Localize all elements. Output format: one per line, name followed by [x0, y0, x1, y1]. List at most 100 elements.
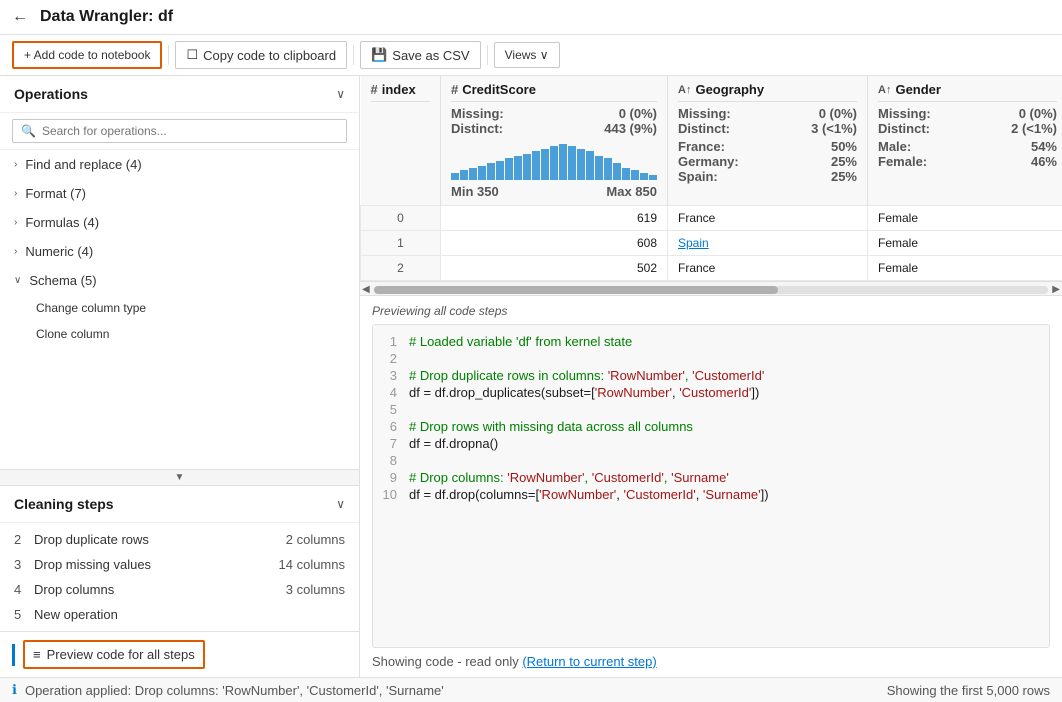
left-panel: Operations ∨ 🔍 › Find and replace (4) › …	[0, 76, 360, 677]
geo-germany: Germany:	[678, 154, 739, 169]
scroll-right-icon[interactable]: ▶	[1052, 284, 1060, 295]
ops-item-formulas[interactable]: › Formulas (4)	[0, 208, 359, 237]
row-index-1: 1	[361, 231, 441, 256]
scroll-left-icon[interactable]: ◀	[362, 284, 370, 295]
ops-item-format[interactable]: › Format (7)	[0, 179, 359, 208]
footer-text: Showing code - read only	[372, 654, 522, 669]
cell-geography-2: France	[668, 256, 868, 281]
step-name[interactable]: Drop missing values	[34, 557, 273, 572]
cleaning-item: 2 Drop duplicate rows 2 columns	[0, 527, 359, 552]
operations-list: › Find and replace (4) › Format (7) › Fo…	[0, 150, 359, 469]
views-button[interactable]: Views ∨	[494, 42, 560, 68]
step-name[interactable]: New operation	[34, 607, 339, 622]
code-line-10: 10 df = df.drop(columns=['RowNumber', 'C…	[373, 486, 1049, 503]
distinct-val: 2 (<1%)	[1011, 121, 1057, 136]
line-num: 6	[373, 419, 409, 434]
operations-title: Operations	[14, 86, 88, 102]
line-content: df = df.dropna()	[409, 436, 498, 451]
code-block: 1 # Loaded variable 'df' from kernel sta…	[372, 324, 1050, 648]
search-input[interactable]	[42, 124, 338, 138]
cleaning-section: Cleaning steps ∨ 2 Drop duplicate rows 2…	[0, 485, 359, 631]
right-panel: # index # CreditScore	[360, 76, 1062, 677]
toolbar-separator	[168, 45, 169, 65]
line-num: 1	[373, 334, 409, 349]
back-button[interactable]: ←	[12, 8, 28, 26]
code-line-6: 6 # Drop rows with missing data across a…	[373, 418, 1049, 435]
line-content: # Drop rows with missing data across all…	[409, 419, 693, 434]
ops-item-numeric[interactable]: › Numeric (4)	[0, 237, 359, 266]
line-num: 2	[373, 351, 409, 366]
ops-label: Numeric (4)	[25, 244, 93, 259]
cleaning-list: 2 Drop duplicate rows 2 columns 3 Drop m…	[0, 523, 359, 631]
cell-gender-2: Female	[868, 256, 1062, 281]
operations-section-header: Operations ∨	[0, 76, 359, 113]
step-name[interactable]: Drop columns	[34, 582, 280, 597]
ops-sub-change-column-type[interactable]: Change column type	[0, 295, 359, 321]
status-bar: ℹ Operation applied: Drop columns: 'RowN…	[0, 677, 1062, 702]
horizontal-scrollbar[interactable]: ◀ ▶	[360, 281, 1062, 296]
toolbar: + Add code to notebook ☐ Copy code to cl…	[0, 35, 1062, 76]
page-title: Data Wrangler: df	[40, 8, 1050, 26]
data-table-container: # index # CreditScore	[360, 76, 1062, 296]
col-name-index: index	[382, 82, 416, 97]
step-number: 5	[14, 607, 28, 622]
step-name[interactable]: Drop duplicate rows	[34, 532, 280, 547]
toolbar-separator-2	[353, 45, 354, 65]
search-box: 🔍	[0, 113, 359, 150]
col-name-geography: Geography	[695, 82, 764, 97]
scroll-thumb-h[interactable]	[374, 286, 779, 294]
ops-label: Format (7)	[25, 186, 86, 201]
ops-label: Schema (5)	[29, 273, 96, 288]
info-icon: ℹ	[12, 682, 17, 698]
save-csv-label: Save as CSV	[392, 48, 469, 63]
cell-creditscore-1: 608	[441, 231, 668, 256]
copy-code-button[interactable]: ☐ Copy code to clipboard	[175, 41, 347, 69]
ops-sub-clone-column[interactable]: Clone column	[0, 321, 359, 347]
gender-female-pct: 46%	[1031, 154, 1057, 169]
ops-item-find-replace[interactable]: › Find and replace (4)	[0, 150, 359, 179]
preview-code-button[interactable]: ≡ Preview code for all steps	[23, 640, 205, 669]
step-detail: 3 columns	[286, 582, 345, 597]
table-row: 0 619 France Female	[361, 206, 1062, 231]
gender-female: Female:	[878, 154, 927, 169]
operations-chevron[interactable]: ∨	[336, 87, 345, 101]
col-name-gender: Gender	[895, 82, 941, 97]
ops-item-schema[interactable]: ∨ Schema (5)	[0, 266, 359, 295]
row-index-0: 0	[361, 206, 441, 231]
missing-val: 0 (0%)	[1019, 106, 1057, 121]
data-table: # index # CreditScore	[360, 76, 1062, 281]
geo-spain: Spain:	[678, 169, 718, 184]
cleaning-chevron[interactable]: ∨	[336, 497, 345, 511]
save-csv-button[interactable]: 💾 Save as CSV	[360, 41, 481, 69]
return-to-current-step-link[interactable]: (Return to current step)	[522, 654, 656, 669]
line-content: # Drop duplicate rows in columns: 'RowNu…	[409, 368, 764, 383]
col-header-geography: A↑ Geography Missing: 0 (0%) Di	[668, 76, 868, 206]
code-line-2: 2	[373, 350, 1049, 367]
chevron-right-icon: ›	[14, 188, 17, 199]
step-detail: 2 columns	[286, 532, 345, 547]
copy-code-label: Copy code to clipboard	[203, 48, 336, 63]
code-line-7: 7 df = df.dropna()	[373, 435, 1049, 452]
missing-label: Missing:	[451, 106, 504, 121]
geo-germany-pct: 25%	[831, 154, 857, 169]
distinct-label: Distinct:	[878, 121, 930, 136]
cell-gender-1: Female	[868, 231, 1062, 256]
cleaning-title: Cleaning steps	[14, 496, 114, 512]
row-index-2: 2	[361, 256, 441, 281]
geo-spain-pct: 25%	[831, 169, 857, 184]
main-layout: Operations ∨ 🔍 › Find and replace (4) › …	[0, 76, 1062, 677]
ops-scroll-down[interactable]: ▼	[0, 469, 359, 485]
chevron-down-icon: ∨	[14, 275, 21, 286]
cell-geography-0: France	[668, 206, 868, 231]
cell-geography-1[interactable]: Spain	[668, 231, 868, 256]
col-header-gender: A↑ Gender Missing: 0 (0%) Disti	[868, 76, 1062, 206]
min-label: Min 350	[451, 184, 499, 199]
creditscore-chart	[451, 140, 657, 180]
preview-btn-container: ≡ Preview code for all steps	[0, 631, 359, 677]
chevron-right-icon: ›	[14, 159, 17, 170]
copy-icon: ☐	[186, 47, 198, 63]
col-header-index: # index	[361, 76, 441, 206]
add-code-button[interactable]: + Add code to notebook	[12, 41, 162, 69]
code-line-5: 5	[373, 401, 1049, 418]
preview-label: Preview code for all steps	[47, 647, 195, 662]
